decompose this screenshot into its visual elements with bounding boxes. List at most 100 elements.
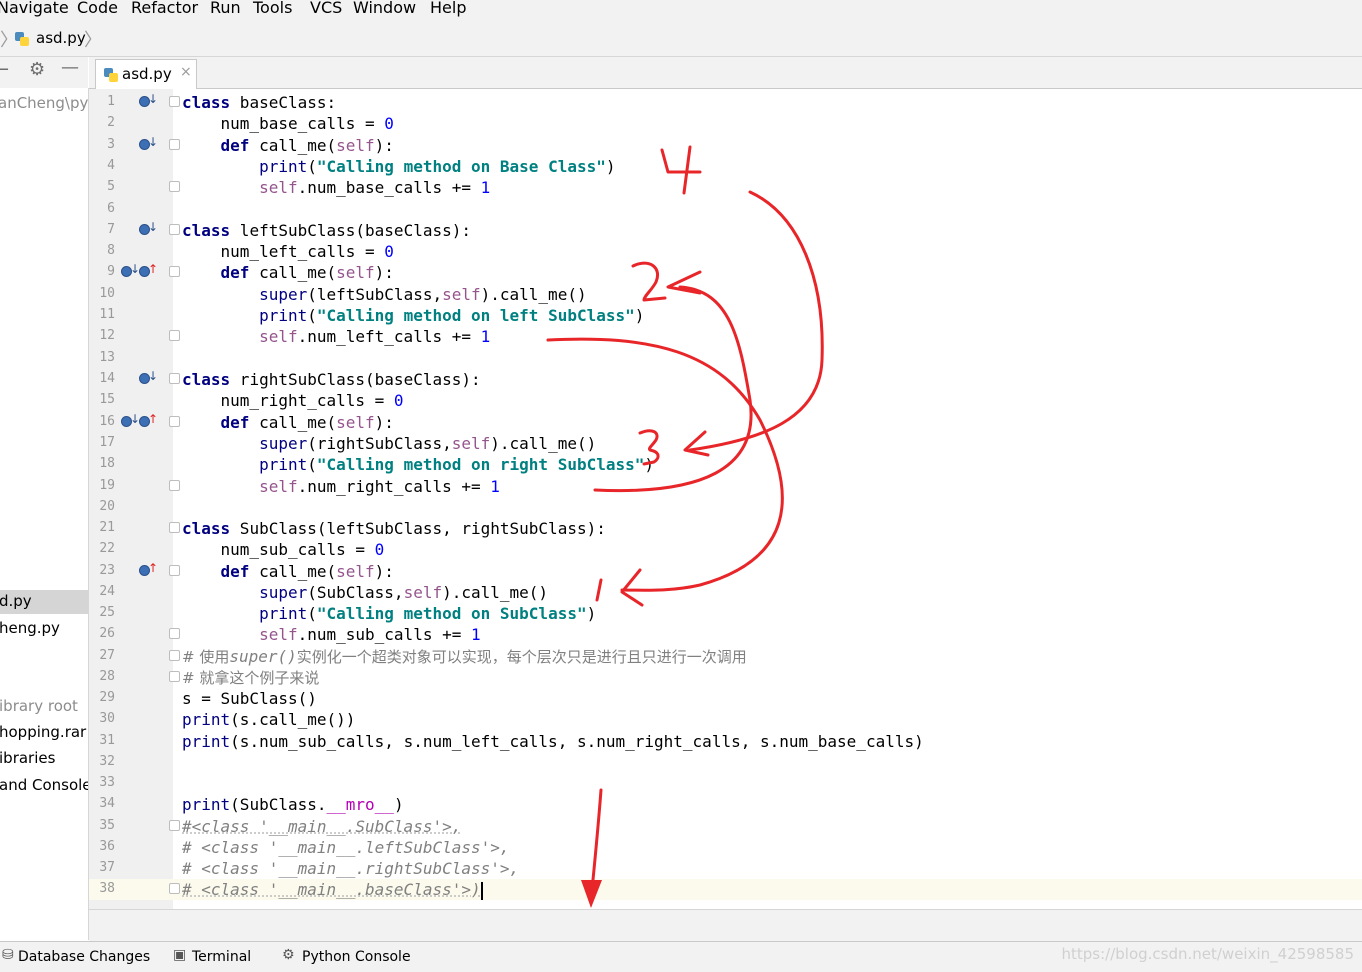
line-number: 33 — [99, 775, 115, 790]
line-number: 12 — [99, 328, 115, 343]
override-marker-icon[interactable]: ↓ — [139, 92, 158, 109]
tree-item[interactable]: and Console — [0, 774, 88, 798]
menu-tools[interactable]: Tools — [253, 0, 292, 17]
overridden-marker-icon[interactable]: ↑ — [139, 561, 158, 578]
tree-item[interactable]: hopping.rar — [0, 721, 88, 745]
text-caret — [480, 881, 483, 900]
line-number: 3 — [107, 137, 115, 152]
python-console-button[interactable]: Python Console — [302, 949, 411, 965]
fold-icon[interactable] — [169, 224, 180, 235]
line-number: 7 — [107, 222, 115, 237]
fold-icon[interactable] — [169, 820, 180, 831]
line-number: 34 — [99, 796, 115, 811]
fold-icon[interactable] — [169, 373, 180, 384]
line-number: 16 — [99, 414, 115, 429]
tree-item[interactable]: heng.py — [0, 617, 88, 641]
code-line: 3 ↓ def call_me(self): — [89, 135, 1362, 156]
code-text: print("Calling method on right SubClass"… — [259, 455, 655, 474]
tree-item[interactable]: ibraries — [0, 747, 88, 771]
terminal-icon: ▣ — [173, 947, 187, 963]
close-icon[interactable]: × — [180, 64, 192, 80]
fold-icon[interactable] — [169, 266, 180, 277]
fold-icon[interactable] — [169, 522, 180, 533]
code-text: # 使用super()实例化一个超类对象可以实现，每个层次只是进行且只进行一次调… — [182, 647, 747, 666]
tree-item[interactable]: d.py — [0, 590, 88, 614]
editor-tab-bar: asd.py × — [89, 57, 1362, 89]
fold-icon[interactable] — [169, 650, 180, 661]
menu-window[interactable]: Window — [353, 0, 416, 17]
code-text: self.num_left_calls += 1 — [259, 327, 491, 346]
menu-refactor[interactable]: Refactor — [131, 0, 198, 17]
collapse-icon[interactable]: ← — [0, 59, 9, 80]
line-number: 18 — [99, 456, 115, 471]
menu-vcs[interactable]: VCS — [310, 0, 342, 17]
project-toolbar: ← ⚙ — — [0, 57, 88, 89]
menu-navigate[interactable]: Navigate — [0, 0, 69, 17]
code-text: class baseClass: — [182, 93, 337, 112]
fold-icon[interactable] — [169, 96, 180, 107]
line-number: 10 — [99, 286, 115, 301]
fold-icon[interactable] — [169, 480, 180, 491]
override-marker-icon[interactable]: ↓ — [139, 369, 158, 386]
overridden-marker-icon[interactable]: ↑ — [139, 412, 158, 429]
code-line: 2 num_base_calls = 0 — [89, 113, 1362, 134]
code-line: 22 num_sub_calls = 0 — [89, 539, 1362, 560]
database-changes-button[interactable]: Database Changes — [18, 949, 150, 965]
python-console-icon: ⚙ — [282, 947, 295, 963]
gear-icon[interactable]: ⚙ — [29, 59, 45, 80]
code-line: 19 self.num_right_calls += 1 — [89, 476, 1362, 497]
line-number: 35 — [99, 818, 115, 833]
overridden-marker-icon[interactable]: ↑ — [139, 262, 158, 279]
line-number: 36 — [99, 839, 115, 854]
line-number: 29 — [99, 690, 115, 705]
terminal-button[interactable]: Terminal — [192, 949, 251, 965]
line-number: 22 — [99, 541, 115, 556]
code-line: 37 # <class '__main__.rightSubClass'>, — [89, 858, 1362, 879]
override-marker-icon[interactable]: ↓ — [139, 220, 158, 237]
breadcrumb-file[interactable]: asd.py — [36, 29, 86, 47]
line-number: 27 — [99, 648, 115, 663]
code-line: 33 — [89, 773, 1362, 794]
fold-icon[interactable] — [169, 181, 180, 192]
line-number: 38 — [99, 881, 115, 896]
minimize-icon[interactable]: — — [61, 57, 79, 78]
line-number: 25 — [99, 605, 115, 620]
code-line: 9 ↓ ↑ def call_me(self): — [89, 262, 1362, 283]
code-text: num_left_calls = 0 — [182, 242, 394, 261]
code-line: 31 print(s.num_sub_calls, s.num_left_cal… — [89, 731, 1362, 752]
tree-item[interactable]: anCheng\pyt — [0, 92, 88, 116]
menu-run[interactable]: Run — [210, 0, 241, 17]
line-number: 21 — [99, 520, 115, 535]
override-marker-icon[interactable]: ↓ — [121, 412, 140, 429]
code-line: 28 # 就拿这个例子来说 — [89, 667, 1362, 688]
code-text: super(leftSubClass,self).call_me() — [259, 285, 587, 304]
fold-icon[interactable] — [169, 330, 180, 341]
fold-icon[interactable] — [169, 671, 180, 682]
code-line: 10 super(leftSubClass,self).call_me() — [89, 284, 1362, 305]
line-number: 2 — [107, 115, 115, 130]
line-number: 37 — [99, 860, 115, 875]
breadcrumb: 〉 asd.py 〉 — [0, 22, 1362, 57]
fold-icon[interactable] — [169, 416, 180, 427]
code-line: 29 s = SubClass() — [89, 688, 1362, 709]
tree-item[interactable]: ibrary root — [0, 695, 88, 719]
code-line: 13 — [89, 348, 1362, 369]
override-marker-icon[interactable]: ↓ — [121, 262, 140, 279]
line-number: 9 — [107, 264, 115, 279]
code-text: # <class '__main__.rightSubClass'>, — [182, 859, 520, 878]
code-line: 4 print("Calling method on Base Class") — [89, 156, 1362, 177]
chevron-right-icon: 〉 — [84, 30, 102, 51]
fold-icon[interactable] — [169, 565, 180, 576]
line-number: 15 — [99, 392, 115, 407]
override-marker-icon[interactable]: ↓ — [139, 135, 158, 152]
code-text: num_base_calls = 0 — [182, 114, 394, 133]
menu-code[interactable]: Code — [77, 0, 118, 17]
tab-asd-py[interactable]: asd.py × — [95, 59, 197, 89]
fold-icon[interactable] — [169, 628, 180, 639]
editor-horizontal-scrollbar[interactable] — [89, 909, 1362, 942]
menu-help[interactable]: Help — [430, 0, 466, 17]
fold-icon[interactable] — [169, 139, 180, 150]
fold-icon[interactable] — [169, 883, 180, 894]
code-line: 24 super(SubClass,self).call_me() — [89, 582, 1362, 603]
code-line: 35 #<class '__main__.SubClass'>, — [89, 816, 1362, 837]
